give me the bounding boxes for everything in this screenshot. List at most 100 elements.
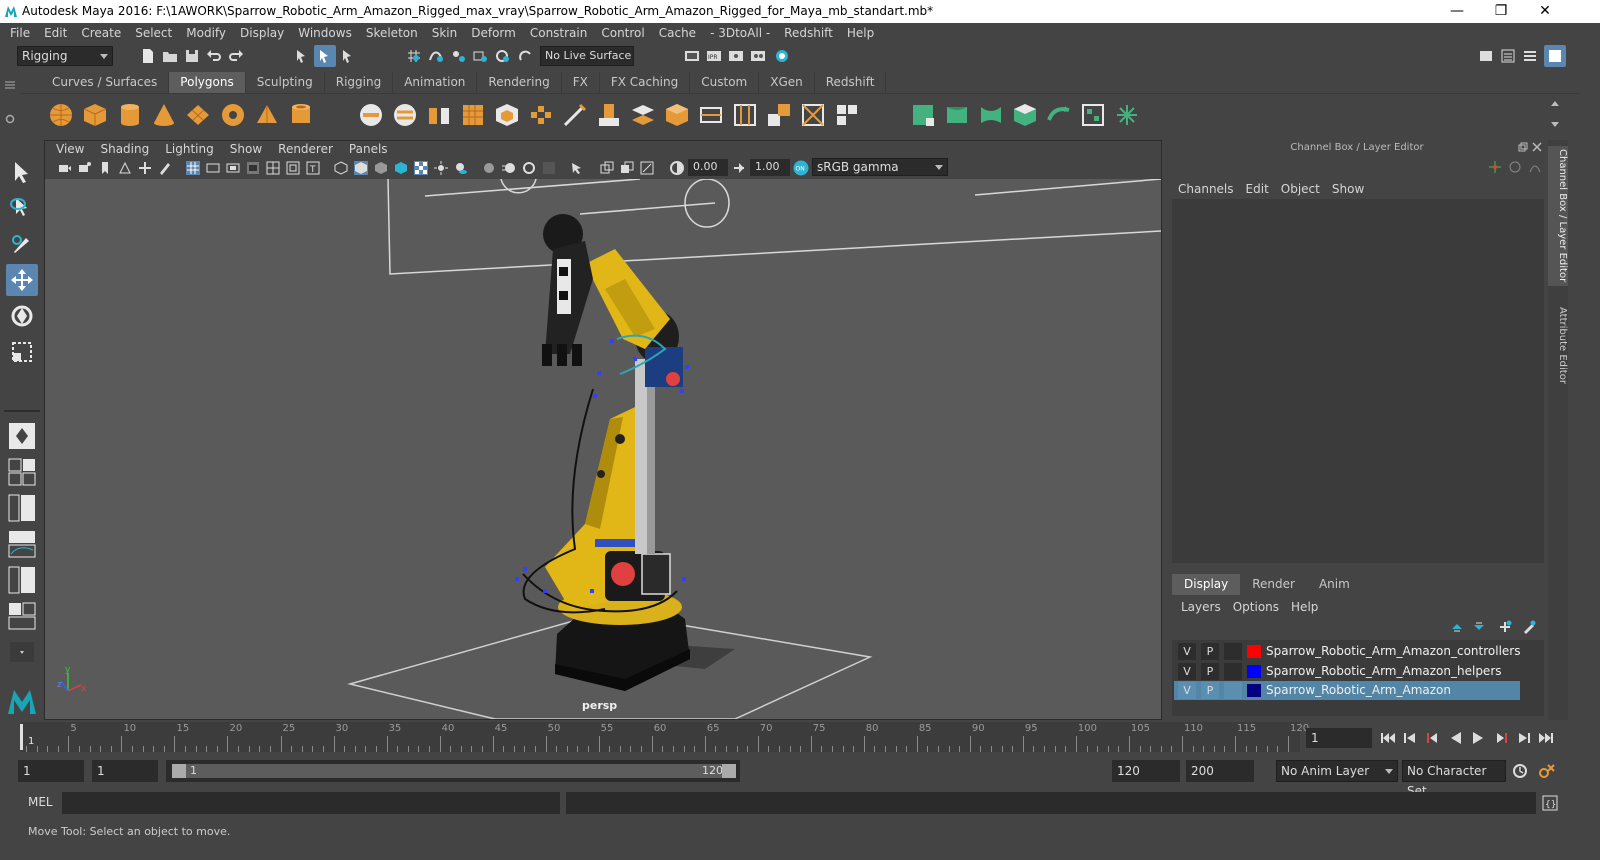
- snap-together-icon[interactable]: [518, 48, 534, 64]
- wireframe-on-shaded-icon[interactable]: [394, 161, 408, 175]
- single-perspective-layout-icon[interactable]: [8, 422, 36, 450]
- ipr-render-icon[interactable]: IPR: [706, 48, 722, 64]
- persp-outliner-layout-icon[interactable]: [8, 494, 36, 522]
- scale-tool[interactable]: [6, 336, 38, 368]
- menu-file[interactable]: File: [3, 24, 37, 43]
- safe-action-icon[interactable]: [286, 161, 300, 175]
- command-language-label[interactable]: MEL: [28, 795, 53, 809]
- snap-to-view-plane-icon[interactable]: [472, 48, 488, 64]
- planar-mapping-icon[interactable]: [944, 102, 970, 128]
- motion-blur-icon[interactable]: [502, 161, 516, 175]
- wireframe-icon[interactable]: [334, 161, 348, 175]
- uv-editor-icon[interactable]: [910, 102, 936, 128]
- animation-start-field[interactable]: 1: [18, 760, 84, 782]
- tool-settings-toggle-icon[interactable]: [1522, 48, 1538, 64]
- grid-toggle-icon[interactable]: [186, 161, 200, 175]
- new-layer-from-selection-icon[interactable]: [1522, 620, 1536, 634]
- multi-cut-icon[interactable]: [562, 102, 588, 128]
- layer-tab-render[interactable]: Render: [1240, 574, 1307, 595]
- playback-start-field[interactable]: 1: [92, 760, 158, 782]
- maya-home-logo-icon[interactable]: [6, 686, 38, 716]
- film-gate-icon[interactable]: [206, 161, 220, 175]
- poly-torus-icon[interactable]: [220, 102, 246, 128]
- layout-uvs-icon[interactable]: [1080, 102, 1106, 128]
- layer-options-menu[interactable]: Options: [1227, 598, 1285, 616]
- layout-options-chevron-icon[interactable]: [10, 642, 34, 662]
- viewport-menu-renderer[interactable]: Renderer: [270, 140, 341, 158]
- new-scene-icon[interactable]: [140, 48, 156, 64]
- unfold-icon[interactable]: [1046, 102, 1072, 128]
- move-layer-down-icon[interactable]: [1472, 620, 1486, 634]
- make-live-icon[interactable]: [494, 48, 510, 64]
- range-slider-track[interactable]: 1 120: [172, 764, 736, 778]
- shelf-tab-animation[interactable]: Animation: [393, 72, 478, 93]
- mirror-icon[interactable]: [528, 102, 554, 128]
- menu-3dtoall[interactable]: - 3DtoAll -: [703, 24, 777, 43]
- extrude-icon[interactable]: [596, 102, 622, 128]
- channel-box-toggle-button[interactable]: [1544, 45, 1566, 67]
- use-all-lights-icon[interactable]: [434, 161, 448, 175]
- layer-row[interactable]: V P Sparrow_Robotic_Arm_Amazon_controlle…: [1174, 642, 1521, 661]
- menu-windows[interactable]: Windows: [291, 24, 359, 43]
- shelf-tab-custom[interactable]: Custom: [690, 72, 760, 93]
- hypershade-persp-layout-icon[interactable]: [8, 566, 36, 594]
- shelf-tab-redshift[interactable]: Redshift: [815, 72, 887, 93]
- layer-visibility-toggle[interactable]: V: [1178, 643, 1196, 660]
- menu-skin[interactable]: Skin: [425, 24, 465, 43]
- lasso-tool[interactable]: [6, 192, 38, 224]
- shelf-settings-gear-icon[interactable]: [5, 114, 15, 124]
- transfer-attributes-icon[interactable]: [766, 102, 792, 128]
- layer-color-swatch[interactable]: [1247, 645, 1261, 658]
- animation-end-field[interactable]: 200: [1186, 760, 1254, 782]
- layer-color-swatch[interactable]: [1247, 684, 1261, 697]
- layer-playback-toggle[interactable]: P: [1201, 682, 1219, 699]
- xray-joints-icon[interactable]: [640, 161, 654, 175]
- bookmarks-icon[interactable]: [98, 161, 112, 175]
- select-camera-icon[interactable]: [58, 161, 72, 175]
- auto-key-icon[interactable]: [1512, 763, 1528, 779]
- play-backwards-icon[interactable]: [1448, 730, 1464, 746]
- menu-set-dropdown[interactable]: Rigging: [17, 46, 113, 66]
- booleans-icon[interactable]: [494, 102, 520, 128]
- anti-aliasing-icon[interactable]: [522, 161, 536, 175]
- poly-sphere-icon[interactable]: [48, 102, 74, 128]
- layer-display-type-toggle[interactable]: [1224, 643, 1242, 660]
- grease-pencil-icon[interactable]: [158, 161, 172, 175]
- xray-active-components-icon[interactable]: [620, 161, 634, 175]
- screen-space-ao-icon[interactable]: [482, 161, 496, 175]
- new-empty-layer-icon[interactable]: [1498, 620, 1512, 634]
- playback-end-field[interactable]: 120: [1112, 760, 1180, 782]
- shelf-tab-curves-surfaces[interactable]: Curves / Surfaces: [41, 72, 170, 93]
- menu-help[interactable]: Help: [840, 24, 881, 43]
- offset-edge-loop-icon[interactable]: [732, 102, 758, 128]
- select-by-component-icon[interactable]: [340, 48, 356, 64]
- channels-menu[interactable]: Channels: [1172, 180, 1240, 198]
- attribute-editor-toggle-icon[interactable]: [1500, 48, 1516, 64]
- hypershade-icon[interactable]: [750, 48, 766, 64]
- gamma-field[interactable]: 1.00: [750, 159, 790, 176]
- save-scene-icon[interactable]: [184, 48, 200, 64]
- two-d-pan-zoom-icon[interactable]: [138, 161, 152, 175]
- snap-to-curve-icon[interactable]: [428, 48, 444, 64]
- smooth-icon[interactable]: [460, 102, 486, 128]
- redshift-render-view-icon[interactable]: [774, 48, 790, 64]
- step-back-key-icon[interactable]: [1424, 730, 1440, 746]
- extract-icon[interactable]: [426, 102, 452, 128]
- poly-cylinder-icon[interactable]: [117, 102, 143, 128]
- channel-box-area[interactable]: [1172, 199, 1544, 563]
- render-settings-icon[interactable]: [728, 48, 744, 64]
- menu-constrain[interactable]: Constrain: [523, 24, 595, 43]
- range-slider-end-handle[interactable]: [722, 764, 736, 778]
- camera-attributes-icon[interactable]: [78, 161, 92, 175]
- float-panel-icon[interactable]: [1518, 142, 1528, 152]
- xray-icon[interactable]: [600, 161, 614, 175]
- manipulator-channel-icon[interactable]: [1488, 160, 1502, 174]
- go-to-start-icon[interactable]: [1380, 730, 1396, 746]
- layer-tab-anim[interactable]: Anim: [1307, 574, 1362, 595]
- layer-visibility-toggle[interactable]: V: [1178, 663, 1196, 680]
- menu-control[interactable]: Control: [594, 24, 651, 43]
- cut-sew-uv-icon[interactable]: [1114, 102, 1140, 128]
- controller-circle-2[interactable]: [500, 179, 537, 194]
- layer-playback-toggle[interactable]: P: [1201, 663, 1219, 680]
- four-view-layout-icon[interactable]: [8, 458, 36, 486]
